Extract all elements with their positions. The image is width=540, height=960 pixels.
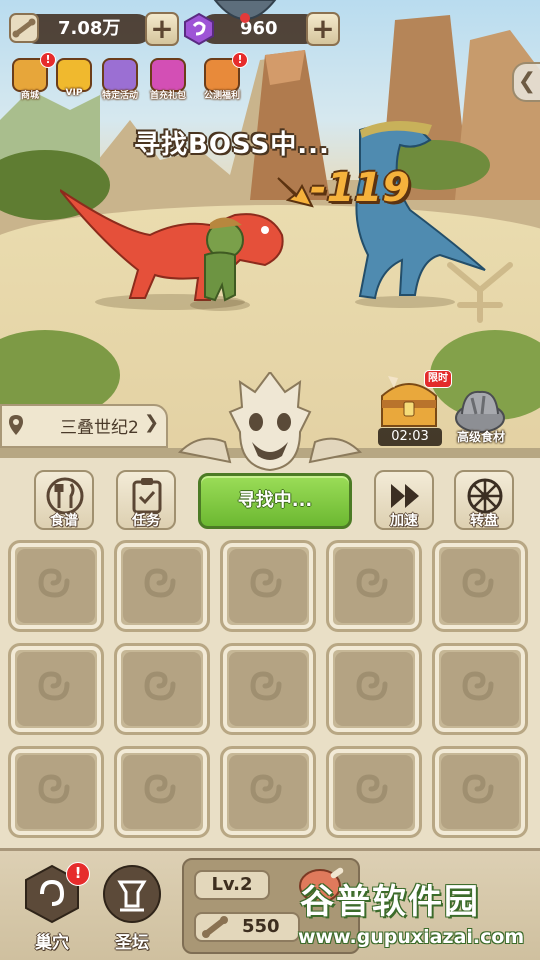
altar-icon [103,865,161,923]
wheel-button[interactable]: 转盘 [454,470,514,530]
task-button[interactable]: 任务 [116,470,176,530]
swirl-icon [38,671,70,701]
cooking-slot[interactable] [220,643,316,735]
search-button[interactable]: 寻找中... [198,473,352,529]
swirl-icon [144,774,176,804]
dino-skull-emblem [177,372,363,472]
swirl-icon [462,774,494,804]
cooking-slot[interactable] [326,643,422,735]
swirl-icon [462,671,494,701]
advanced-food-label: 高级食材 [456,430,505,444]
altar-button[interactable]: 圣坛 [100,862,164,953]
watermark: 谷普软件园 www.gupuxiazai.com [294,874,540,960]
swirl-icon [38,774,70,804]
swirl-icon [356,568,388,598]
swirl-icon [356,774,388,804]
bone-icon [202,916,228,938]
cooking-slot[interactable] [114,746,210,838]
swirl-icon [250,774,282,804]
stage-name: 三叠世纪2 [60,418,139,438]
plus-icon: + [150,12,174,45]
altar-label: 圣坛 [115,933,149,953]
special-event-icon [102,58,138,92]
swirl-icon [462,568,494,598]
cooking-slot[interactable] [8,540,104,632]
first-recharge-button[interactable]: 首充礼包 [144,56,192,104]
swirl-icon [144,671,176,701]
cooking-slot[interactable] [432,643,528,735]
swirl-icon [38,568,70,598]
nest-alert-badge: ! [66,862,90,886]
alert-badge: ! [232,52,248,68]
watermark-url: www.gupuxiazai.com [298,926,525,948]
collapse-menu-button[interactable]: ❮ [512,62,540,102]
location-pin-icon [9,415,23,435]
watermark-title: 谷普软件园 [300,882,480,922]
advanced-food-icon[interactable] [452,384,508,434]
add-gems-button[interactable]: + [306,12,340,46]
limited-time-badge: 限时 [424,370,452,388]
speed-up-button[interactable]: 加速 [374,470,434,530]
damage-number: -119 [310,165,411,211]
first-recharge-icon [150,58,186,92]
first-recharge-label: 首充礼包 [149,91,186,101]
chevron-left-icon: ❮ [517,69,537,94]
cooking-slot[interactable] [220,540,316,632]
vip-icon [56,58,92,92]
add-bones-button[interactable]: + [145,12,179,46]
cooking-slot[interactable] [220,746,316,838]
search-status-text: 寻找BOSS中... [134,130,330,160]
chevron-right-icon: ❯ [144,412,160,433]
plus-icon: + [311,12,335,45]
cooking-slot[interactable] [326,540,422,632]
boss-avatar[interactable] [210,0,280,30]
footprint-decoration [447,262,513,323]
special-event-button[interactable]: 特定活动 [96,56,144,104]
speed-up-label: 加速 [390,513,418,529]
nest-label: 巢穴 [35,933,69,953]
cooking-slot[interactable] [8,643,104,735]
welfare-label: 公测福利 [203,91,240,101]
bones-amount: 7.08万 [58,18,121,39]
player-level: Lv.2 [194,870,270,900]
cooking-slot[interactable] [432,746,528,838]
chest-timer: 02:03 [378,428,442,446]
cooking-slot[interactable] [432,540,528,632]
recipe-button[interactable]: 食谱 [34,470,94,530]
swirl-icon [250,671,282,701]
cooking-slot[interactable] [114,540,210,632]
cooking-slot[interactable] [326,746,422,838]
cooking-slot[interactable] [8,746,104,838]
swirl-icon [250,568,282,598]
swirl-icon [144,568,176,598]
bone-icon [9,13,39,43]
task-label: 任务 [132,513,160,529]
welfare-button[interactable]: 公测福利! [198,52,248,104]
vip-button[interactable]: VIP [50,56,98,104]
swirl-icon [356,671,388,701]
wheel-label: 转盘 [470,513,498,529]
recipe-label: 食谱 [50,513,78,529]
green-dinosaur [190,217,250,311]
cooking-slot[interactable] [114,643,210,735]
